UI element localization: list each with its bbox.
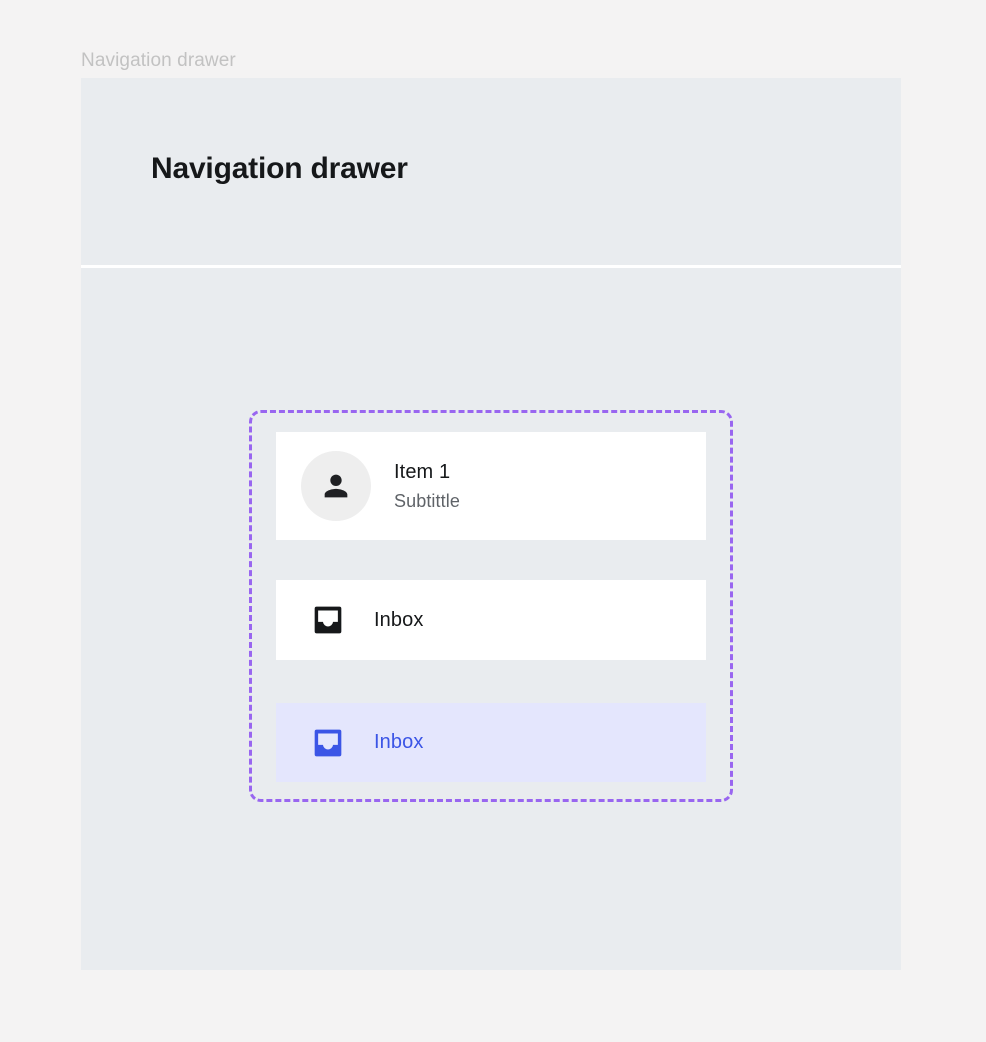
- list-item-text: Inbox: [374, 729, 423, 756]
- caption: Navigation drawer: [81, 50, 236, 71]
- drawer-body: Item 1 Subtittle Inbox Inbox: [81, 268, 901, 970]
- list-item-primary-text: Inbox: [374, 608, 424, 631]
- leading-slot: [300, 451, 372, 521]
- list-item-selected[interactable]: Inbox: [276, 703, 706, 782]
- avatar: [301, 451, 371, 521]
- inbox-icon: [314, 606, 342, 634]
- list-item-primary-text: Inbox: [374, 731, 424, 753]
- list-item-secondary-text: Subtittle: [394, 490, 460, 511]
- drawer-header: Navigation drawer: [81, 78, 901, 265]
- list-item-primary-text: Item 1: [394, 460, 451, 483]
- list-item-text: Item 1 Subtittle: [394, 459, 460, 514]
- navigation-drawer-panel: Navigation drawer Item 1 Subtittle Inbox…: [81, 78, 901, 970]
- list-item-text: Inbox: [374, 607, 423, 634]
- list-item[interactable]: Item 1 Subtittle: [276, 432, 706, 540]
- page-title: Navigation drawer: [151, 152, 408, 185]
- leading-slot: [309, 604, 347, 636]
- inbox-icon: [314, 729, 342, 756]
- leading-slot: [309, 727, 347, 759]
- list-item[interactable]: Inbox: [276, 580, 706, 660]
